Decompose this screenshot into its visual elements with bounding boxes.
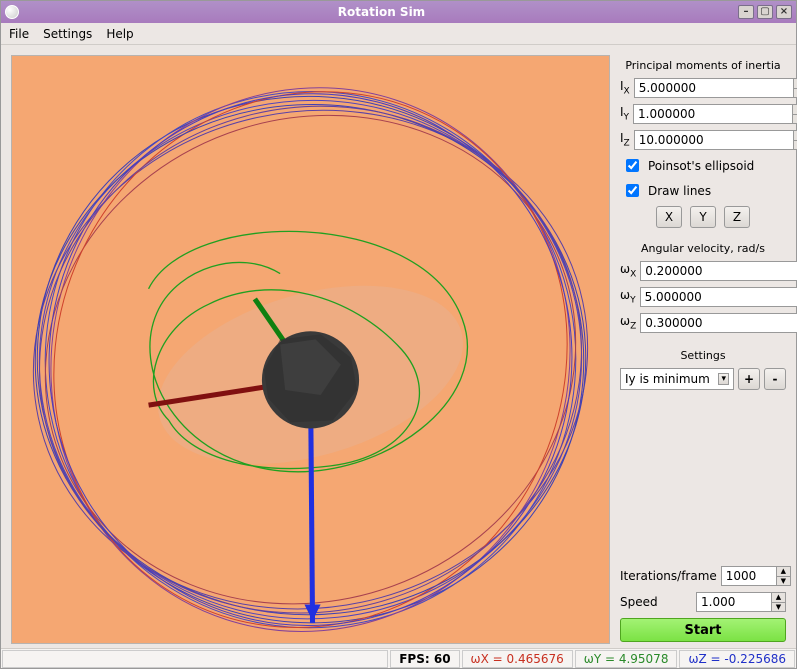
content-area: Principal moments of inertia IX ▲▼ IY ▲▼… (1, 45, 796, 648)
statusbar: FPS: 60 ωX = 0.465676 ωY = 4.95078 ωZ = … (1, 648, 796, 668)
menubar: File Settings Help (1, 23, 796, 45)
iterations-row: Iterations/frame ▲▼ (620, 566, 786, 586)
start-button[interactable]: Start (620, 618, 786, 642)
iy-up-icon[interactable]: ▲ (793, 104, 797, 114)
drawlines-check-input[interactable] (626, 184, 639, 197)
speed-up-icon[interactable]: ▲ (772, 592, 786, 602)
angvel-heading: Angular velocity, rad/s (620, 242, 786, 255)
wz-label: ωZ (620, 314, 636, 331)
status-wz: ωZ = -0.225686 (679, 650, 795, 668)
wz-row: ωZ ▲▼ (620, 313, 786, 333)
ix-label: IX (620, 79, 630, 96)
viewport-canvas (12, 56, 609, 643)
wy-row: ωY ▲▼ (620, 287, 786, 307)
iy-label: IY (620, 105, 629, 122)
chevron-down-icon: ▾ (718, 373, 729, 385)
settings-row: Iy is minimum ▾ + - (620, 368, 786, 390)
menu-help[interactable]: Help (106, 27, 133, 41)
wy-input[interactable] (640, 287, 797, 307)
iterations-label: Iterations/frame (620, 569, 717, 583)
close-button[interactable]: × (776, 5, 792, 19)
axis-x-button[interactable]: X (656, 206, 682, 228)
drawlines-label: Draw lines (648, 184, 711, 198)
settings-heading: Settings (620, 349, 786, 362)
remove-preset-button[interactable]: - (764, 368, 786, 390)
iy-down-icon[interactable]: ▼ (793, 114, 797, 125)
app-icon (5, 5, 19, 19)
speed-row: Speed ▲▼ (620, 592, 786, 612)
iterations-input[interactable] (721, 566, 777, 586)
preset-selected: Iy is minimum (625, 372, 710, 386)
moments-heading: Principal moments of inertia (620, 59, 786, 72)
window-controls: – ▢ × (738, 5, 792, 19)
status-wx: ωX = 0.465676 (462, 650, 573, 668)
iz-row: IZ ▲▼ (620, 130, 786, 150)
iy-row: IY ▲▼ (620, 104, 786, 124)
speed-label: Speed (620, 595, 692, 609)
wx-label: ωX (620, 262, 636, 279)
titlebar: Rotation Sim – ▢ × (1, 1, 796, 23)
ix-row: IX ▲▼ (620, 78, 786, 98)
menu-settings[interactable]: Settings (43, 27, 92, 41)
side-panel: Principal moments of inertia IX ▲▼ IY ▲▼… (618, 55, 788, 644)
iter-down-icon[interactable]: ▼ (777, 576, 791, 587)
wy-label: ωY (620, 288, 636, 305)
poinsot-label: Poinsot's ellipsoid (648, 159, 754, 173)
maximize-button[interactable]: ▢ (757, 5, 773, 19)
wx-row: ωX ▲▼ (620, 261, 786, 281)
status-wy: ωY = 4.95078 (575, 650, 678, 668)
add-preset-button[interactable]: + (738, 368, 760, 390)
window-title: Rotation Sim (25, 5, 738, 19)
status-fps: FPS: 60 (390, 650, 459, 668)
speed-down-icon[interactable]: ▼ (772, 602, 786, 613)
drawlines-checkbox[interactable]: Draw lines (620, 181, 786, 200)
iy-input[interactable] (633, 104, 793, 124)
preset-select[interactable]: Iy is minimum ▾ (620, 368, 734, 390)
iter-up-icon[interactable]: ▲ (777, 566, 791, 576)
poinsot-checkbox[interactable]: Poinsot's ellipsoid (620, 156, 786, 175)
speed-input[interactable] (696, 592, 772, 612)
iz-input[interactable] (634, 130, 794, 150)
status-empty (2, 650, 388, 668)
axis-button-row: X Y Z (620, 206, 786, 228)
axis-y-button[interactable]: Y (690, 206, 716, 228)
wz-input[interactable] (640, 313, 797, 333)
app-window: Rotation Sim – ▢ × File Settings Help (0, 0, 797, 669)
iz-label: IZ (620, 131, 630, 148)
menu-file[interactable]: File (9, 27, 29, 41)
minimize-button[interactable]: – (738, 5, 754, 19)
rotating-body (262, 331, 359, 428)
3d-viewport[interactable] (11, 55, 610, 644)
ix-input[interactable] (634, 78, 794, 98)
wx-input[interactable] (640, 261, 797, 281)
axis-z-button[interactable]: Z (724, 206, 750, 228)
poinsot-check-input[interactable] (626, 159, 639, 172)
